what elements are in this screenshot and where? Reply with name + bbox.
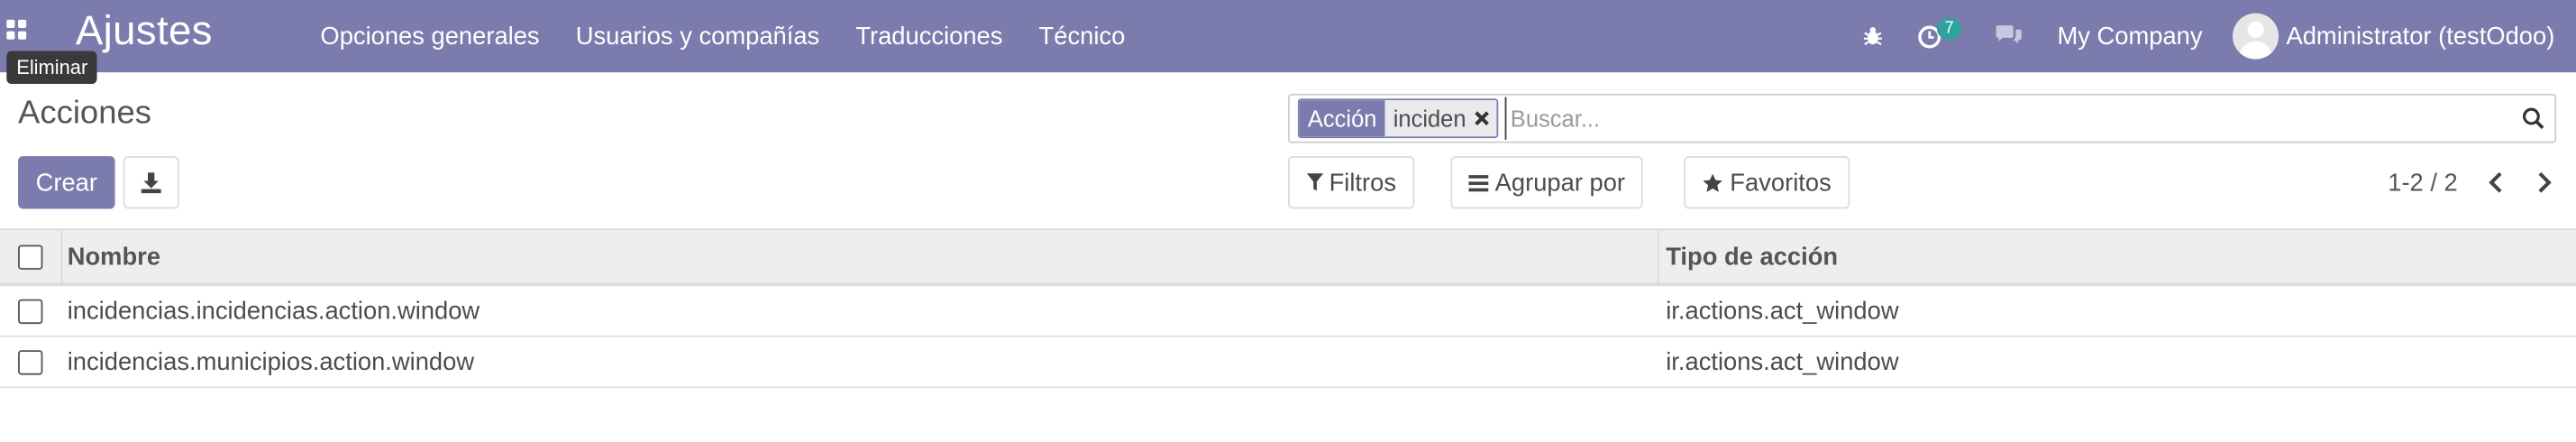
filters-button[interactable]: Filtros [1287, 156, 1415, 209]
cell-nombre[interactable]: incidencias.municipios.action.window [68, 348, 474, 376]
row-select-cell [0, 286, 59, 336]
top-navbar: Ajustes Opciones generales Usuarios y co… [0, 0, 2576, 73]
chevron-left-icon [2489, 171, 2502, 193]
table-row[interactable]: incidencias.incidencias.action.window ir… [0, 286, 2576, 337]
search-bar: Acción inciden [1287, 93, 2557, 143]
user-menu[interactable]: Administrator (testOdoo) [2232, 13, 2555, 60]
search-facet: Acción inciden [1297, 98, 1500, 139]
table-row[interactable]: incidencias.municipios.action.window ir.… [0, 337, 2576, 389]
menu-tecnico[interactable]: Técnico [1020, 23, 1143, 51]
favorites-button[interactable]: Favoritos [1684, 156, 1850, 209]
download-button[interactable] [123, 156, 179, 209]
activity-count-badge: 7 [1936, 17, 1962, 39]
pager-previous-button[interactable] [2478, 164, 2514, 200]
activity-button[interactable]: 7 [1917, 17, 1962, 48]
search-input[interactable] [1505, 97, 2512, 140]
group-by-label: Agrupar por [1494, 168, 1626, 197]
filter-icon [1306, 173, 1324, 191]
cell-nombre[interactable]: incidencias.incidencias.action.window [68, 297, 480, 325]
column-header-nombre[interactable]: Nombre [68, 243, 160, 271]
chat-bubbles-icon[interactable] [1995, 24, 2024, 48]
row-checkbox[interactable] [17, 349, 42, 374]
pager-value[interactable]: 1-2 / 2 [2388, 169, 2458, 197]
facet-remove-button[interactable] [1474, 100, 1498, 137]
select-all-checkbox[interactable] [17, 244, 42, 270]
filters-label: Filtros [1329, 168, 1397, 197]
menu-traducciones[interactable]: Traducciones [837, 23, 1020, 51]
user-name: Administrator (testOdoo) [2286, 22, 2555, 51]
cell-tipo[interactable]: ir.actions.act_window [1666, 348, 1898, 376]
main-menu: Opciones generales Usuarios y compañías … [302, 0, 1143, 72]
pager-next-button[interactable] [2526, 164, 2562, 200]
close-icon [1475, 111, 1490, 126]
chevron-right-icon [2538, 171, 2552, 193]
column-divider [1658, 230, 1659, 283]
row-select-cell [0, 337, 59, 387]
star-icon [1703, 172, 1722, 191]
create-button[interactable]: Crear [18, 156, 115, 209]
systray: 7 My Company Administrator (testOdoo) [1844, 0, 2576, 72]
facet-label: Acción [1299, 100, 1385, 137]
company-switcher[interactable]: My Company [2057, 23, 2202, 51]
facet-value: inciden [1384, 100, 1475, 137]
app-brand[interactable]: Ajustes [76, 8, 213, 56]
column-divider [60, 230, 63, 283]
search-icon[interactable] [2512, 106, 2554, 130]
list-table: Nombre Tipo de acción incidencias.incide… [0, 228, 2576, 389]
column-header-tipo[interactable]: Tipo de acción [1666, 243, 1838, 271]
bug-icon[interactable] [1861, 24, 1885, 48]
table-header: Nombre Tipo de acción [0, 228, 2576, 287]
group-by-button[interactable]: Agrupar por [1450, 156, 1644, 209]
page-title: Acciones [18, 95, 151, 132]
avatar [2232, 13, 2279, 60]
pager: 1-2 / 2 [2388, 164, 2576, 200]
grid-icon[interactable] [6, 19, 30, 43]
cell-tipo[interactable]: ir.actions.act_window [1666, 297, 1898, 325]
download-icon [141, 172, 161, 194]
menu-opciones-generales[interactable]: Opciones generales [302, 23, 557, 51]
bars-icon [1468, 174, 1489, 191]
select-all-cell [0, 230, 59, 282]
row-checkbox[interactable] [17, 298, 42, 324]
menu-usuarios-companias[interactable]: Usuarios y compañías [558, 23, 838, 51]
tooltip: Eliminar [6, 51, 98, 84]
favorites-label: Favoritos [1730, 168, 1832, 197]
